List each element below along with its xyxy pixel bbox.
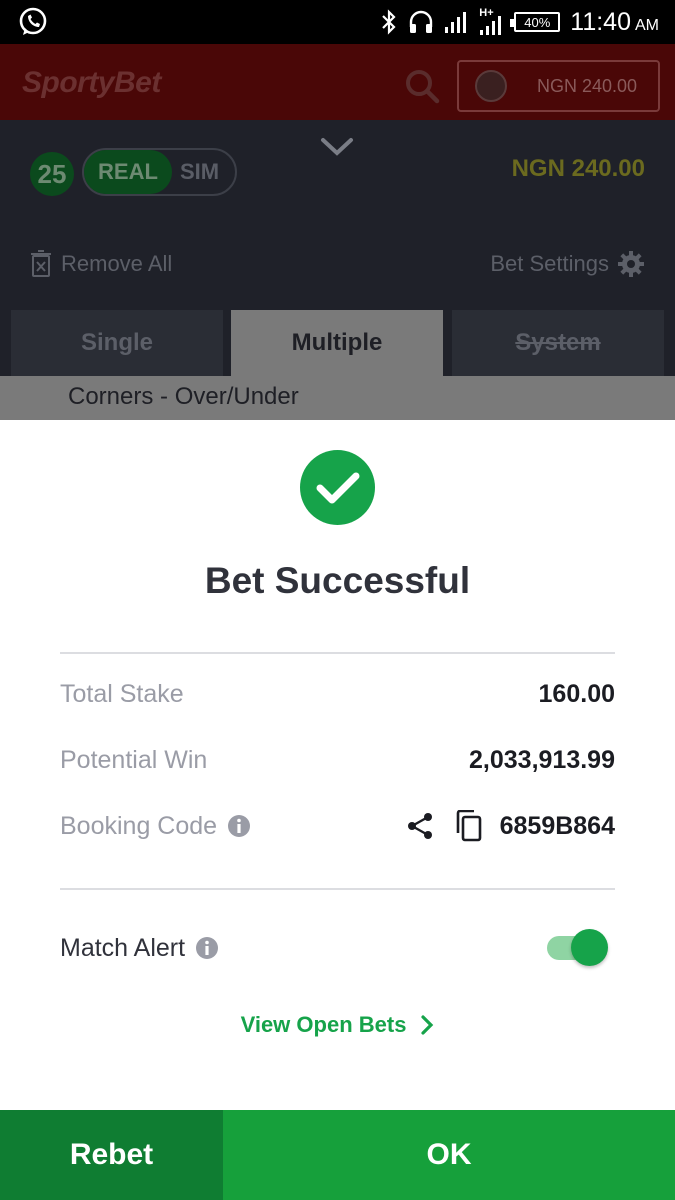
share-icon[interactable] <box>406 812 434 840</box>
match-alert-row: Match Alert <box>60 926 615 970</box>
network-type: H+ <box>478 7 504 37</box>
betslip-balance: NGN 240.00 <box>511 155 645 182</box>
battery-icon: 40% <box>510 12 561 32</box>
battery-level: 40% <box>524 14 551 30</box>
view-open-bets-label: View Open Bets <box>240 1012 407 1037</box>
match-alert-switch[interactable] <box>547 928 609 968</box>
selection-count-badge: 25 <box>30 152 74 196</box>
account-balance-button[interactable]: NGN 240.00 <box>457 60 660 112</box>
real-sim-toggle[interactable]: REAL SIM <box>82 148 237 196</box>
match-alert-label-wrap: Match Alert <box>60 934 219 963</box>
status-bar: H+ 40% 11:40 AM <box>0 0 675 44</box>
tab-single[interactable]: Single <box>11 310 223 376</box>
betslip-panel: 25 REAL SIM NGN 240.00 Remove All Bet Se… <box>0 120 675 420</box>
booking-code-value[interactable]: 6859B864 <box>500 812 615 841</box>
remove-all-label: Remove All <box>61 251 173 276</box>
clock: 11:40 AM <box>570 8 659 37</box>
bet-settings-label: Bet Settings <box>490 251 609 276</box>
booking-code-value-wrap: 6859B864 <box>406 810 615 842</box>
bet-type-tabs: Single Multiple System <box>11 310 664 376</box>
potential-win-row: Potential Win 2,033,913.99 <box>60 742 615 778</box>
bet-success-dialog: Bet Successful Total Stake 160.00 Potent… <box>0 420 675 1110</box>
mode-sim[interactable]: SIM <box>180 150 219 194</box>
success-check-icon <box>300 450 375 525</box>
total-stake-row: Total Stake 160.00 <box>60 676 615 712</box>
time-text: 11:40 <box>570 7 631 36</box>
dialog-footer: Rebet OK <box>0 1110 675 1200</box>
market-label: Corners - Over/Under <box>68 383 299 410</box>
total-stake-value: 160.00 <box>538 679 615 708</box>
tab-system[interactable]: System <box>452 310 664 376</box>
app-header: SportyBet NGN 240.00 <box>0 44 675 120</box>
booking-code-label-wrap: Booking Code <box>60 812 251 841</box>
match-alert-label: Match Alert <box>60 933 186 962</box>
booking-code-label: Booking Code <box>60 811 218 840</box>
booking-code-row: Booking Code 6859B864 <box>60 808 615 844</box>
info-icon[interactable] <box>195 936 219 960</box>
mode-real[interactable]: REAL <box>84 150 172 194</box>
ampm-text: AM <box>635 16 659 34</box>
header-balance: NGN 240.00 <box>537 75 638 96</box>
sportybet-logo[interactable]: SportyBet <box>22 66 161 100</box>
total-stake-label: Total Stake <box>60 679 184 708</box>
switch-knob <box>571 929 608 966</box>
divider <box>60 888 615 890</box>
chevron-down-icon[interactable] <box>320 136 354 158</box>
gear-icon <box>618 251 644 277</box>
tab-multiple[interactable]: Multiple <box>231 310 443 376</box>
copy-icon[interactable] <box>454 810 482 842</box>
avatar <box>475 70 507 102</box>
divider <box>60 652 615 654</box>
potential-win-value: 2,033,913.99 <box>469 745 615 774</box>
search-icon[interactable] <box>404 68 440 104</box>
potential-win-label: Potential Win <box>60 745 208 774</box>
info-icon[interactable] <box>227 814 251 838</box>
rebet-button[interactable]: Rebet <box>0 1110 223 1200</box>
view-open-bets-link[interactable]: View Open Bets <box>0 1012 675 1038</box>
remove-all-button[interactable]: Remove All <box>30 250 172 278</box>
dialog-title: Bet Successful <box>204 560 471 601</box>
ok-button[interactable]: OK <box>223 1110 675 1200</box>
whatsapp-icon <box>19 7 47 35</box>
chevron-right-icon <box>421 1015 434 1035</box>
bluetooth-icon <box>382 9 396 35</box>
headphones-icon <box>410 10 433 33</box>
bet-settings-button[interactable]: Bet Settings <box>490 250 645 278</box>
signal-icon <box>445 12 467 33</box>
market-row: Corners - Over/Under <box>0 376 675 420</box>
trash-icon <box>31 250 51 277</box>
